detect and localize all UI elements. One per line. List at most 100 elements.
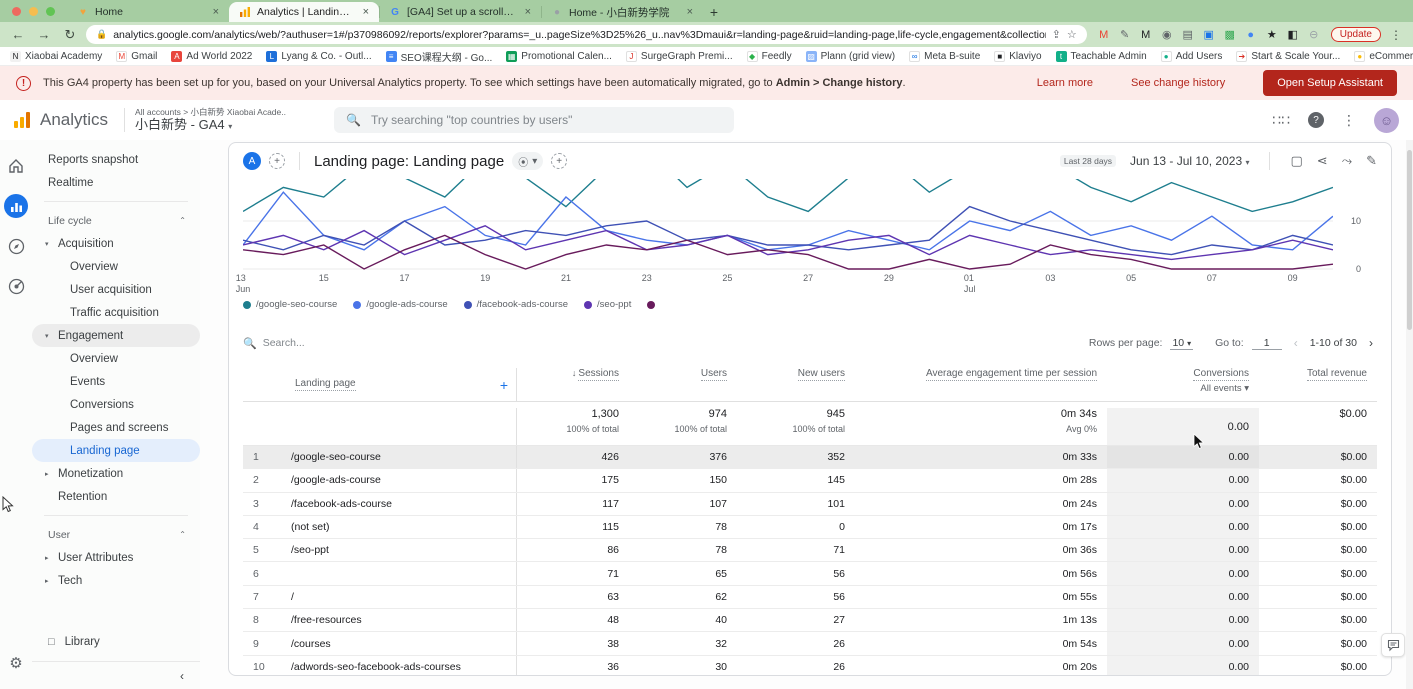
browser-tab[interactable]: ●Home - 小白新势学院× bbox=[541, 2, 703, 22]
apps-grid-icon[interactable]: ∷∷ bbox=[1272, 112, 1290, 129]
arrow-down-icon[interactable]: ▾ bbox=[45, 332, 49, 340]
bookmark-item[interactable]: MGmail bbox=[116, 51, 157, 62]
landing-page-cell[interactable]: (not set) bbox=[281, 516, 517, 538]
close-tab-icon[interactable]: × bbox=[211, 6, 221, 18]
reload-icon[interactable]: ↻ bbox=[60, 27, 80, 43]
sidebar-item-retention[interactable]: Retention bbox=[32, 485, 200, 508]
table-row[interactable]: 9/courses3832260m 54s0.00$0.00 bbox=[243, 632, 1377, 655]
landing-page-cell[interactable]: / bbox=[281, 586, 517, 608]
extension-icon[interactable]: ● bbox=[1244, 29, 1258, 41]
collapse-section-icon[interactable]: ⌃ bbox=[179, 530, 186, 539]
sidebar-item-library[interactable]: □Library bbox=[32, 629, 200, 655]
sidebar-item-life-cycle[interactable]: Life cycle⌃ bbox=[32, 209, 200, 232]
extension-icon[interactable]: ▩ bbox=[1223, 28, 1237, 41]
bookmark-item[interactable]: ➔Start & Scale Your... bbox=[1236, 51, 1340, 62]
bookmark-item[interactable]: ■Klaviyo bbox=[994, 51, 1041, 62]
bookmark-item[interactable]: tTeachable Admin bbox=[1056, 51, 1147, 62]
bookmark-item[interactable]: ◆Feedly bbox=[747, 51, 792, 62]
sidebar-item-overview[interactable]: Overview bbox=[32, 347, 200, 370]
extension-icon[interactable]: M bbox=[1097, 29, 1111, 41]
bookmark-item[interactable]: JSurgeGraph Premi... bbox=[626, 51, 733, 62]
window-controls[interactable] bbox=[0, 0, 67, 22]
bookmark-item[interactable]: ∞Meta B-suite bbox=[909, 51, 980, 62]
forward-icon[interactable]: → bbox=[34, 27, 54, 42]
sidebar-item-pages-and-screens[interactable]: Pages and screens bbox=[32, 416, 200, 439]
next-page-icon[interactable]: › bbox=[1365, 336, 1377, 350]
help-icon[interactable]: ? bbox=[1308, 112, 1324, 128]
admin-gear-icon[interactable]: ⚙ bbox=[4, 651, 28, 675]
extension-icon[interactable]: ▣ bbox=[1202, 28, 1216, 41]
advertising-icon[interactable] bbox=[4, 274, 28, 298]
all-events-filter[interactable]: All events ▾ bbox=[1117, 383, 1249, 394]
window-scrollbar[interactable] bbox=[1406, 140, 1413, 689]
bookmark-item[interactable]: ≡SEO课程大纲 - Go... bbox=[386, 49, 493, 64]
legend-item[interactable]: /google-seo-course bbox=[243, 299, 337, 310]
sidebar-item-overview[interactable]: Overview bbox=[32, 255, 200, 278]
extension-icon[interactable]: ⊖ bbox=[1307, 28, 1321, 41]
bookmark-item[interactable]: NXiaobai Academy bbox=[10, 51, 102, 62]
column-header-new-users[interactable]: New users bbox=[737, 368, 855, 379]
bookmark-item[interactable]: LLyang & Co. - Outl... bbox=[266, 51, 371, 62]
address-bar[interactable]: 🔒 analytics.google.com/analytics/web/?au… bbox=[86, 25, 1087, 44]
arrow-right-icon[interactable]: ▸ bbox=[45, 577, 49, 585]
close-tab-icon[interactable]: × bbox=[523, 6, 533, 18]
landing-page-cell[interactable] bbox=[281, 562, 517, 584]
column-header-users[interactable]: Users bbox=[629, 368, 737, 379]
more-options-icon[interactable]: ⋮ bbox=[1342, 112, 1356, 129]
legend-item[interactable] bbox=[647, 301, 655, 309]
landing-page-cell[interactable]: /google-ads-course bbox=[281, 469, 517, 491]
legend-item[interactable]: /facebook-ads-course bbox=[464, 299, 568, 310]
add-dimension-icon[interactable]: + bbox=[500, 377, 508, 393]
landing-page-cell[interactable]: /seo-ppt bbox=[281, 539, 517, 561]
browser-tab[interactable]: G[GA4] Set up a scroll conversi× bbox=[379, 2, 541, 22]
sidebar-item-monetization[interactable]: ▸Monetization bbox=[32, 462, 200, 485]
home-icon[interactable] bbox=[4, 154, 28, 178]
close-window-button[interactable] bbox=[12, 7, 21, 16]
extension-icon[interactable]: ★ bbox=[1265, 28, 1279, 41]
table-row[interactable]: 4(not set)1157800m 17s0.00$0.00 bbox=[243, 516, 1377, 539]
share-page-icon[interactable]: ⇪ bbox=[1052, 28, 1061, 41]
sidebar-item-tech[interactable]: ▸Tech bbox=[32, 569, 200, 592]
table-row[interactable]: 67165560m 56s0.00$0.00 bbox=[243, 562, 1377, 585]
landing-page-cell[interactable]: /google-seo-course bbox=[281, 446, 517, 468]
extension-icon[interactable]: ◧ bbox=[1286, 28, 1300, 41]
add-tab-button[interactable]: + bbox=[551, 153, 567, 169]
avatar[interactable]: ☺ bbox=[1374, 108, 1399, 133]
share-report-icon[interactable]: ⋖ bbox=[1317, 153, 1328, 169]
sidebar-item-reports-snapshot[interactable]: Reports snapshot bbox=[32, 148, 200, 171]
learn-more-link[interactable]: Learn more bbox=[1037, 77, 1093, 89]
insights-icon[interactable]: ⤳ bbox=[1342, 153, 1352, 169]
url-text[interactable]: analytics.google.com/analytics/web/?auth… bbox=[113, 29, 1045, 41]
edit-report-icon[interactable]: ✎ bbox=[1366, 153, 1377, 169]
table-row[interactable]: 5/seo-ppt8678710m 36s0.00$0.00 bbox=[243, 539, 1377, 562]
landing-page-cell[interactable]: /courses bbox=[281, 632, 517, 654]
legend-item[interactable]: /google-ads-course bbox=[353, 299, 447, 310]
sidebar-item-events[interactable]: Events bbox=[32, 370, 200, 393]
table-row[interactable]: 7/6362560m 55s0.00$0.00 bbox=[243, 586, 1377, 609]
rows-per-page-select[interactable]: 10 ▾ bbox=[1170, 337, 1193, 350]
bookmark-item[interactable]: ▦Promotional Calen... bbox=[506, 51, 612, 62]
table-row[interactable]: 8/free-resources4840271m 13s0.00$0.00 bbox=[243, 609, 1377, 632]
column-header-average-engagement-time-per-session[interactable]: Average engagement time per session bbox=[855, 368, 1107, 379]
feedback-chat-button[interactable] bbox=[1381, 633, 1405, 657]
bookmark-star-icon[interactable]: ☆ bbox=[1067, 28, 1077, 41]
minimize-window-button[interactable] bbox=[29, 7, 38, 16]
column-header-landing-page[interactable]: Landing page+ bbox=[243, 368, 517, 401]
bookmark-item[interactable]: ●Add Users bbox=[1161, 51, 1223, 62]
table-row[interactable]: 10/adwords-seo-facebook-ads-courses36302… bbox=[243, 656, 1377, 676]
browser-tab[interactable]: Analytics | Landing page: Land× bbox=[229, 2, 379, 22]
arrow-down-icon[interactable]: ▾ bbox=[45, 240, 49, 248]
close-tab-icon[interactable]: × bbox=[361, 6, 371, 18]
bookmark-item[interactable]: ●eCommerce Case... bbox=[1354, 51, 1413, 62]
browser-update-button[interactable]: Update bbox=[1331, 27, 1381, 42]
global-search[interactable]: 🔍 bbox=[334, 107, 734, 133]
extension-icon[interactable]: M bbox=[1139, 29, 1153, 41]
sidebar-item-realtime[interactable]: Realtime bbox=[32, 171, 200, 194]
sidebar-item-user-acquisition[interactable]: User acquisition bbox=[32, 278, 200, 301]
report-state-pill[interactable]: ⦿▾ bbox=[512, 152, 543, 170]
legend-item[interactable]: /seo-ppt bbox=[584, 299, 631, 310]
extension-icon[interactable]: ✎ bbox=[1118, 28, 1132, 41]
property-name[interactable]: 小白新势 - GA4 ▾ bbox=[135, 117, 286, 133]
global-search-input[interactable] bbox=[371, 113, 722, 127]
table-row[interactable]: 3/facebook-ads-course1171071010m 24s0.00… bbox=[243, 493, 1377, 516]
